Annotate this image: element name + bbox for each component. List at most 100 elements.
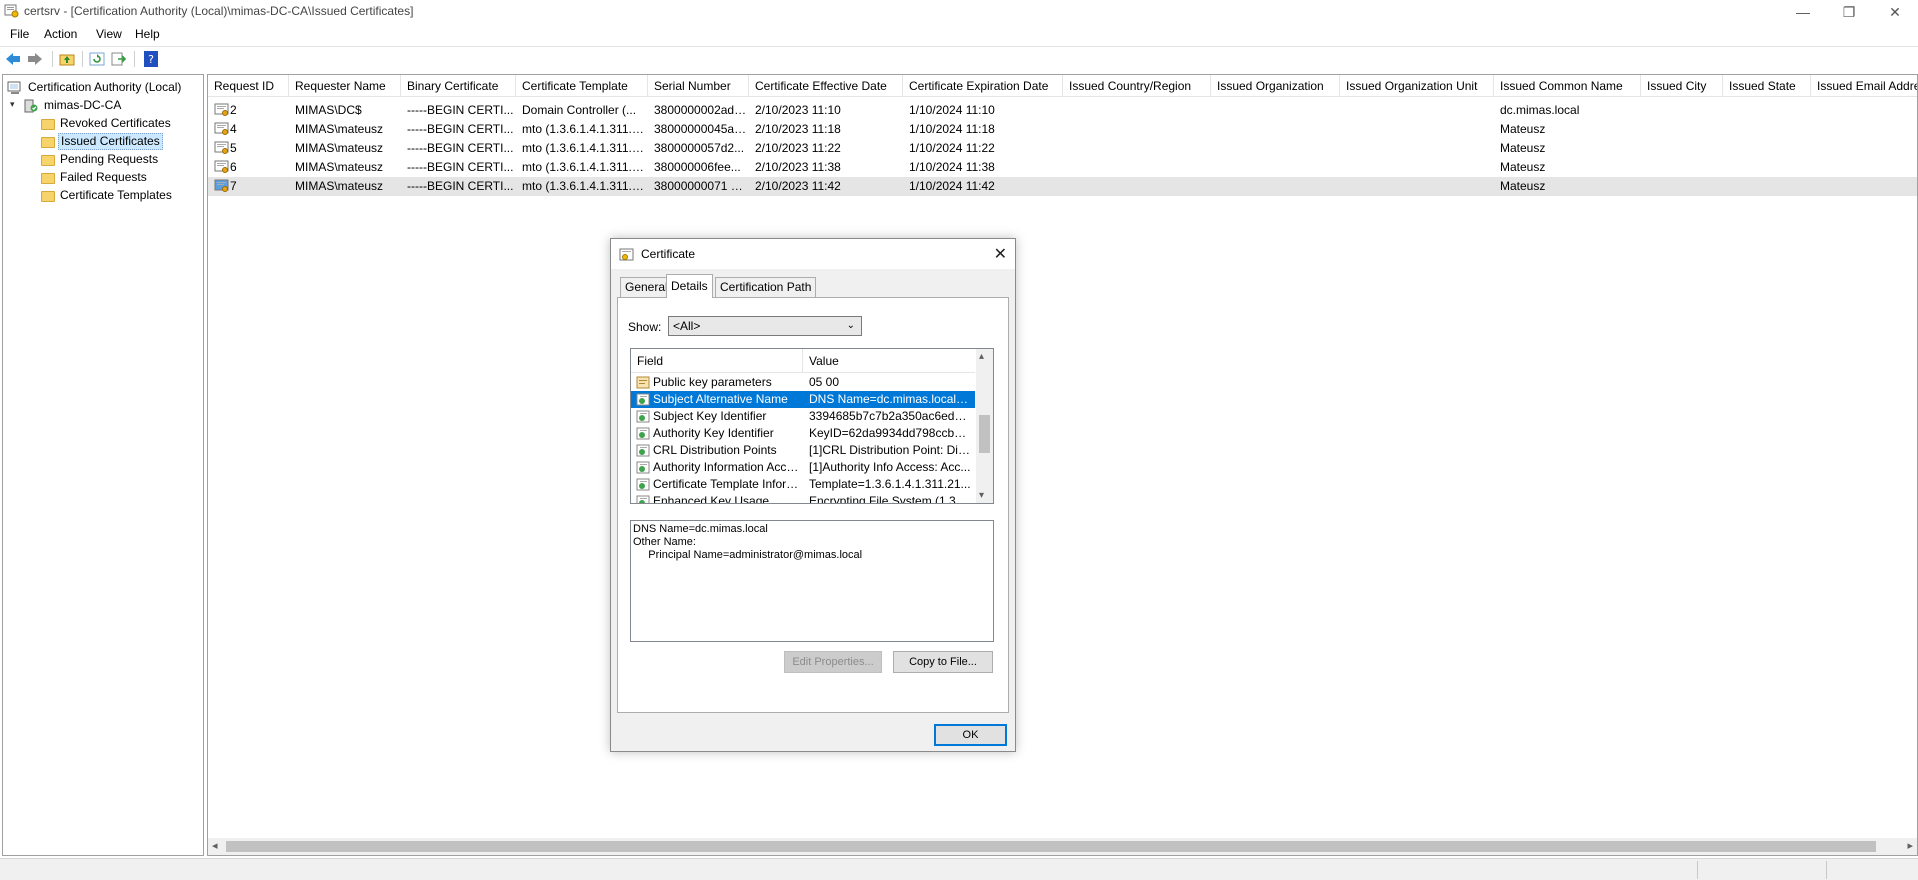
vertical-scroll-thumb[interactable] (979, 415, 990, 453)
menu-help[interactable]: Help (135, 27, 160, 41)
field-row[interactable]: Public key parameters 05 00 (631, 374, 975, 391)
field-name-cell: Certificate Template Inform... (653, 477, 803, 491)
refresh-icon[interactable] (88, 50, 106, 68)
column-effective-date[interactable]: Certificate Effective Date (749, 75, 903, 97)
column-binary-certificate[interactable]: Binary Certificate (401, 75, 516, 97)
table-row[interactable]: 6 MIMAS\mateusz -----BEGIN CERTI... mto (1.… (208, 158, 1917, 177)
up-folder-icon[interactable] (58, 50, 76, 68)
list-header: Request ID Requester Name Binary Certifi… (208, 75, 1917, 97)
chevron-down-icon[interactable]: ▾ (10, 99, 15, 110)
column-serial-number[interactable]: Serial Number (648, 75, 749, 97)
help-icon[interactable]: ? (142, 50, 160, 68)
field-row[interactable]: Authority Key Identifier KeyID=62da9934dd… (631, 425, 975, 442)
close-window-button[interactable]: ✕ (1872, 0, 1918, 24)
tree-item-certificate-templates[interactable]: Certificate Templates (41, 187, 174, 204)
serial-cell: 38000000045a2... (654, 122, 749, 136)
column-certificate-template[interactable]: Certificate Template (516, 75, 648, 97)
tree-item-label: Failed Requests (60, 170, 147, 184)
extension-icon (636, 478, 650, 491)
tree-ca-label: mimas-DC-CA (44, 98, 122, 112)
column-requester-name[interactable]: Requester Name (289, 75, 401, 97)
field-detail-text[interactable]: DNS Name=dc.mimas.local Other Name: Prin… (630, 520, 994, 642)
menu-file[interactable]: File (10, 27, 29, 41)
status-divider (1697, 861, 1698, 879)
dialog-close-icon[interactable]: ✕ (994, 244, 1007, 264)
dialog-title-bar: Certificate ✕ (611, 239, 1015, 269)
field-name-cell: Subject Alternative Name (653, 392, 788, 406)
forward-arrow-icon[interactable] (26, 50, 44, 68)
field-name-cell: Subject Key Identifier (653, 409, 767, 423)
column-expiration-date[interactable]: Certificate Expiration Date (903, 75, 1063, 97)
tab-details[interactable]: Details (666, 274, 713, 298)
tree-root[interactable]: Certification Authority (Local) (7, 79, 183, 96)
field-list-scrollbar[interactable]: ▴ ▾ (976, 349, 993, 503)
template-cell: mto (1.3.6.1.4.1.311.2... (522, 141, 648, 155)
field-row[interactable]: Subject Key Identifier 3394685b7c7b2a350a… (631, 408, 975, 425)
scroll-up-icon[interactable]: ▴ (979, 351, 984, 362)
computer-icon (7, 81, 21, 94)
column-issued-org-unit[interactable]: Issued Organization Unit (1340, 75, 1494, 97)
status-bar (0, 858, 1918, 880)
table-row[interactable]: 4 MIMAS\mateusz -----BEGIN CERTI... mto (1.… (208, 120, 1917, 139)
requester-cell: MIMAS\DC$ (295, 103, 362, 117)
effective-cell: 2/10/2023 11:22 (755, 141, 841, 155)
extension-icon (636, 410, 650, 423)
edit-properties-button[interactable]: Edit Properties... (784, 651, 882, 673)
column-request-id[interactable]: Request ID (208, 75, 289, 97)
column-field[interactable]: Field (631, 349, 803, 373)
show-dropdown[interactable]: <All> ⌄ (668, 316, 862, 336)
column-issued-common-name[interactable]: Issued Common Name (1494, 75, 1641, 97)
column-issued-state[interactable]: Issued State (1723, 75, 1811, 97)
column-issued-email[interactable]: Issued Email Address (1811, 75, 1917, 97)
binary-cell: -----BEGIN CERTI... (407, 103, 514, 117)
column-value[interactable]: Value (803, 349, 975, 373)
field-row[interactable]: Subject Alternative Name DNS Name=dc.mima… (631, 391, 975, 408)
field-row[interactable]: CRL Distribution Points [1]CRL Distributi… (631, 442, 975, 459)
svg-text:?: ? (148, 53, 154, 66)
field-row[interactable]: Certificate Template Inform... Template=1… (631, 476, 975, 493)
table-row[interactable]: 7 MIMAS\mateusz -----BEGIN CERTI... mto (1.… (208, 177, 1917, 196)
tree-item-revoked-certificates[interactable]: Revoked Certificates (41, 115, 173, 132)
show-dropdown-value: <All> (673, 319, 701, 333)
scroll-down-icon[interactable]: ▾ (979, 490, 984, 501)
column-issued-country[interactable]: Issued Country/Region (1063, 75, 1211, 97)
expiration-cell: 1/10/2024 11:42 (909, 179, 995, 193)
request-id-cell: 5 (230, 141, 237, 155)
scroll-right-icon[interactable]: ▸ (1907, 839, 1913, 852)
tree-item-failed-requests[interactable]: Failed Requests (41, 169, 149, 186)
field-value-cell: [1]CRL Distribution Point: Distr... (809, 443, 971, 457)
field-list: Field Value Public key parameters 05 00 Su… (630, 348, 994, 504)
table-row[interactable]: 2 MIMAS\DC$ -----BEGIN CERTI... Domain Cont… (208, 101, 1917, 120)
menu-action[interactable]: Action (44, 27, 77, 41)
folder-icon (41, 191, 55, 202)
tree-item-ca[interactable]: mimas-DC-CA (23, 97, 123, 114)
menu-view[interactable]: View (96, 27, 122, 41)
ca-server-icon (24, 99, 38, 112)
tree-item-pending-requests[interactable]: Pending Requests (41, 151, 160, 168)
field-row[interactable]: Enhanced Key Usage Encrypting File System… (631, 493, 975, 503)
horizontal-scroll-thumb[interactable] (226, 841, 1876, 852)
export-list-icon[interactable] (110, 50, 128, 68)
toolbar-separator (82, 51, 83, 67)
tab-certification-path[interactable]: Certification Path (715, 277, 817, 297)
table-row[interactable]: 5 MIMAS\mateusz -----BEGIN CERTI... mto (1.… (208, 139, 1917, 158)
column-issued-city[interactable]: Issued City (1641, 75, 1723, 97)
serial-cell: 38000000071 71... (654, 179, 749, 193)
field-name-cell: Authority Key Identifier (653, 426, 774, 440)
request-id-cell: 4 (230, 122, 237, 136)
back-arrow-icon[interactable] (4, 50, 22, 68)
scroll-left-icon[interactable]: ◂ (212, 839, 218, 852)
field-name-cell: CRL Distribution Points (653, 443, 777, 457)
field-row[interactable]: Authority Information Access [1]Authority… (631, 459, 975, 476)
restore-button[interactable]: ❐ (1826, 0, 1872, 24)
ok-button[interactable]: OK (934, 724, 1007, 746)
template-cell: mto (1.3.6.1.4.1.311.2... (522, 160, 648, 174)
effective-cell: 2/10/2023 11:38 (755, 160, 841, 174)
column-issued-organization[interactable]: Issued Organization (1211, 75, 1340, 97)
certsrv-app-icon (4, 4, 19, 18)
horizontal-scrollbar[interactable]: ◂ ▸ (208, 838, 1917, 855)
minimize-button[interactable]: — (1780, 0, 1826, 24)
copy-to-file-button[interactable]: Copy to File... (893, 651, 993, 673)
tab-general[interactable]: General (620, 277, 673, 297)
tree-item-issued-certificates[interactable]: Issued Certificates (41, 133, 163, 150)
